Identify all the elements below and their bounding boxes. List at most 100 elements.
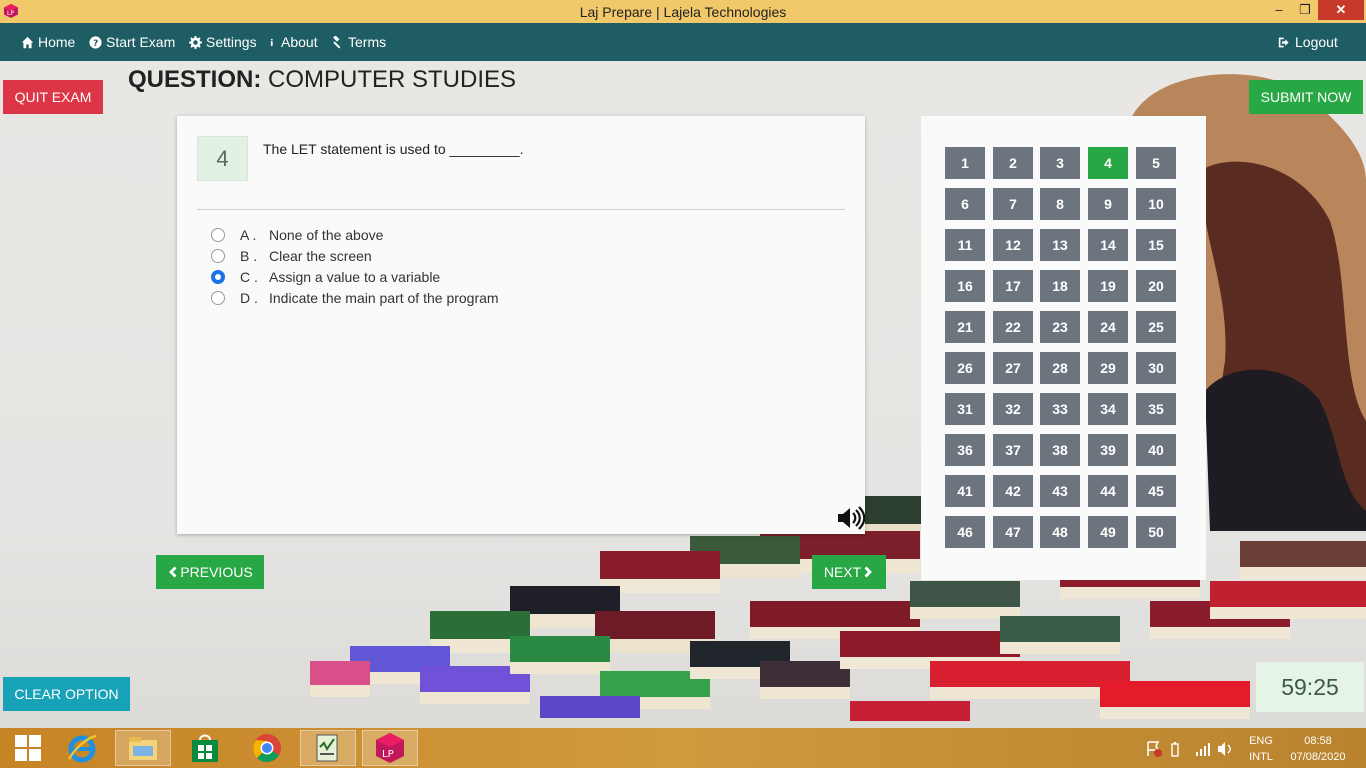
nav-home[interactable]: Home [21, 34, 75, 50]
clear-option-button[interactable]: CLEAR OPTION [3, 677, 130, 711]
question-nav-button[interactable]: 46 [945, 516, 985, 548]
question-nav-button[interactable]: 2 [993, 147, 1033, 179]
question-nav-button[interactable]: 21 [945, 311, 985, 343]
keyboard-layout: INTL [1249, 751, 1273, 763]
nav-settings[interactable]: Settings [189, 34, 257, 50]
question-nav-button[interactable]: 18 [1040, 270, 1080, 302]
question-nav-button[interactable]: 23 [1040, 311, 1080, 343]
windows-logo-icon [15, 735, 41, 761]
question-nav-button[interactable]: 10 [1136, 188, 1176, 220]
gavel-icon [333, 35, 341, 48]
question-nav-button[interactable]: 20 [1136, 270, 1176, 302]
question-nav-button[interactable]: 36 [945, 434, 985, 466]
question-nav-button[interactable]: 14 [1088, 229, 1128, 261]
option-d-text: Indicate the main part of the program [269, 290, 499, 306]
subject-name: COMPUTER STUDIES [268, 66, 517, 93]
option-c[interactable]: C . Assign a value to a variable [211, 268, 440, 286]
question-nav-button[interactable]: 37 [993, 434, 1033, 466]
question-nav-button[interactable]: 13 [1040, 229, 1080, 261]
question-nav-button[interactable]: 1 [945, 147, 985, 179]
question-nav-button[interactable]: 44 [1088, 475, 1128, 507]
taskbar-store[interactable] [177, 730, 233, 766]
submit-now-button[interactable]: SUBMIT NOW [1249, 80, 1363, 114]
question-nav-button[interactable]: 26 [945, 352, 985, 384]
option-b[interactable]: B . Clear the screen [211, 247, 372, 265]
question-nav-button[interactable]: 42 [993, 475, 1033, 507]
volume-icon [1218, 742, 1231, 756]
option-d[interactable]: D . Indicate the main part of the progra… [211, 289, 499, 307]
question-nav-button[interactable]: 22 [993, 311, 1033, 343]
next-button[interactable]: NEXT [812, 555, 886, 589]
input-language[interactable]: ENG INTL [1244, 733, 1278, 765]
language-code: ENG [1249, 735, 1273, 747]
question-nav-button[interactable]: 17 [993, 270, 1033, 302]
nav-logout[interactable]: Logout [1278, 34, 1338, 50]
taskbar-chrome[interactable] [239, 730, 295, 766]
question-nav-button[interactable]: 28 [1040, 352, 1080, 384]
question-nav-button[interactable]: 9 [1088, 188, 1128, 220]
folder-icon [129, 737, 157, 760]
question-nav-button[interactable]: 24 [1088, 311, 1128, 343]
nav-terms[interactable]: Terms [331, 34, 386, 50]
question-nav-button[interactable]: 49 [1088, 516, 1128, 548]
question-nav-button[interactable]: 25 [1136, 311, 1176, 343]
option-a[interactable]: A . None of the above [211, 226, 383, 244]
question-nav-button[interactable]: 33 [1040, 393, 1080, 425]
taskbar-internet-explorer[interactable] [54, 730, 110, 766]
quit-exam-button[interactable]: QUIT EXAM [3, 80, 103, 114]
question-nav-button[interactable]: 7 [993, 188, 1033, 220]
question-nav-button[interactable]: 48 [1040, 516, 1080, 548]
question-nav-button[interactable]: 50 [1136, 516, 1176, 548]
option-d-radio[interactable] [211, 291, 225, 305]
option-b-text: Clear the screen [269, 248, 372, 264]
laj-prepare-icon: LP [376, 733, 404, 763]
close-button[interactable]: ✕ [1318, 0, 1364, 20]
question-nav-button[interactable]: 40 [1136, 434, 1176, 466]
question-nav-button[interactable]: 27 [993, 352, 1033, 384]
question-nav-button[interactable]: 4 [1088, 147, 1128, 179]
question-nav-button[interactable]: 39 [1088, 434, 1128, 466]
question-nav-button[interactable]: 15 [1136, 229, 1176, 261]
maximize-button[interactable]: ❐ [1292, 0, 1318, 20]
question-nav-button[interactable]: 16 [945, 270, 985, 302]
sign-out-icon [1278, 37, 1289, 47]
question-nav-button[interactable]: 19 [1088, 270, 1128, 302]
question-nav-button[interactable]: 6 [945, 188, 985, 220]
option-c-radio[interactable] [211, 270, 225, 284]
speaker-icon[interactable] [837, 506, 865, 530]
question-nav-button[interactable]: 12 [993, 229, 1033, 261]
clock[interactable]: 08:58 07/08/2020 [1284, 733, 1352, 765]
nav-about[interactable]: About [270, 34, 318, 50]
question-nav-button[interactable]: 29 [1088, 352, 1128, 384]
question-nav-button[interactable]: 35 [1136, 393, 1176, 425]
nav-settings-label: Settings [206, 34, 257, 50]
question-nav-button[interactable]: 45 [1136, 475, 1176, 507]
question-nav-button[interactable]: 43 [1040, 475, 1080, 507]
taskbar-notepad[interactable] [300, 730, 356, 766]
question-nav-button[interactable]: 32 [993, 393, 1033, 425]
question-nav-button[interactable]: 38 [1040, 434, 1080, 466]
question-nav-button[interactable]: 8 [1040, 188, 1080, 220]
taskbar-file-explorer[interactable] [115, 730, 171, 766]
question-nav-button[interactable]: 5 [1136, 147, 1176, 179]
question-nav-button[interactable]: 47 [993, 516, 1033, 548]
taskbar-laj-prepare[interactable]: LP [362, 730, 418, 766]
start-button[interactable] [0, 730, 56, 766]
nav-start-exam-label: Start Exam [106, 34, 176, 50]
option-d-letter: D . [240, 290, 258, 306]
question-nav-button[interactable]: 31 [945, 393, 985, 425]
question-nav-button[interactable]: 11 [945, 229, 985, 261]
window-title-bar: LP Laj Prepare | Lajela Technologies – ❐… [0, 0, 1366, 23]
nav-start-exam[interactable]: ? Start Exam [89, 34, 175, 50]
minimize-button[interactable]: – [1266, 0, 1292, 20]
question-nav-button[interactable]: 41 [945, 475, 985, 507]
question-nav-button[interactable]: 3 [1040, 147, 1080, 179]
previous-button[interactable]: PREVIOUS [156, 555, 264, 589]
option-a-radio[interactable] [211, 228, 225, 242]
internet-explorer-icon [67, 734, 97, 763]
question-nav-button[interactable]: 30 [1136, 352, 1176, 384]
system-tray-icons[interactable] [1146, 740, 1238, 758]
option-c-letter: C . [240, 269, 258, 285]
option-b-radio[interactable] [211, 249, 225, 263]
question-nav-button[interactable]: 34 [1088, 393, 1128, 425]
